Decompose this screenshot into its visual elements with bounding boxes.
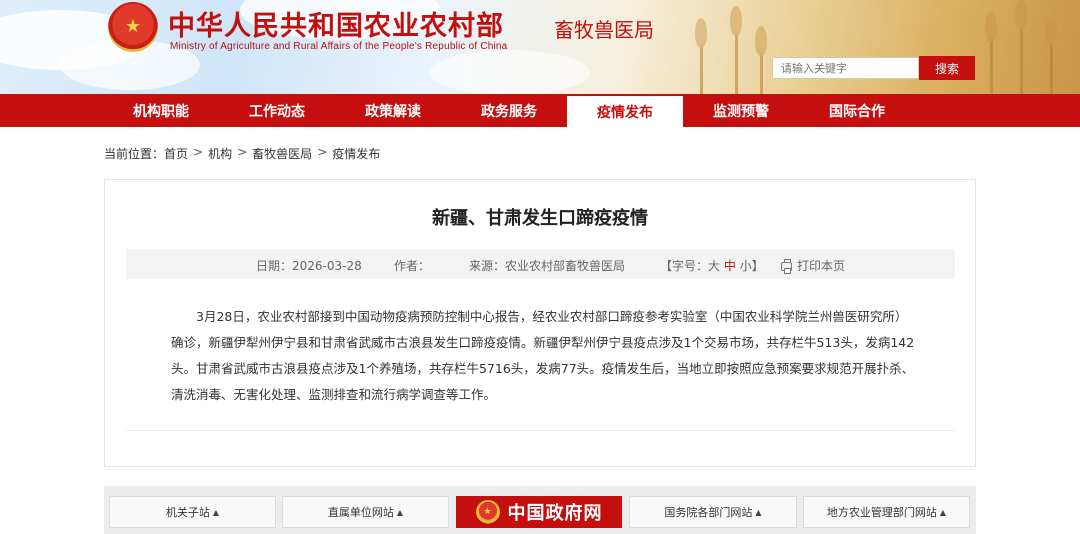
breadcrumb-separator: > [317, 145, 328, 159]
wheat-decoration [1045, 16, 1057, 94]
footer-link-local-agriculture[interactable]: 地方农业管理部门网站 ▲ [803, 496, 970, 528]
caret-up-icon: ▲ [939, 507, 947, 517]
wheat-decoration [985, 12, 997, 94]
breadcrumb: 当前位置： 首页 > 机构 > 畜牧兽医局 > 疫情发布 [104, 145, 380, 162]
footer-link-sub-sites[interactable]: 机关子站 ▲ [109, 496, 276, 528]
national-emblem-icon[interactable]: ★ [108, 2, 158, 52]
gov-portal-banner[interactable]: ★ 中国政府网 [456, 496, 622, 528]
font-size-large[interactable]: 大 [708, 259, 720, 273]
article-paragraph: 3月28日，农业农村部接到中国动物疫病预防控制中心报告，经农业农村部口蹄疫参考实… [171, 309, 915, 402]
article-date: 日期：2026-03-28 [256, 259, 362, 273]
breadcrumb-dept[interactable]: 畜牧兽医局 [252, 145, 312, 162]
caret-up-icon: ▲ [212, 507, 220, 517]
breadcrumb-org[interactable]: 机构 [208, 145, 232, 162]
font-size-prefix: 【字号： [660, 259, 709, 273]
site-title[interactable]: 中华人民共和国农业农村部 [168, 4, 504, 43]
breadcrumb-separator: > [237, 145, 248, 159]
footer-link-affiliated-units[interactable]: 直属单位网站 ▲ [282, 496, 449, 528]
nav-item-monitoring[interactable]: 监测预警 [683, 94, 799, 127]
gov-portal-label: 中国政府网 [507, 503, 603, 524]
printer-icon [781, 259, 792, 274]
nav-item-news[interactable]: 工作动态 [219, 94, 335, 127]
site-subtitle: Ministry of Agriculture and Rural Affair… [170, 41, 508, 52]
footer-link-label: 国务院各部门网站 [664, 506, 753, 519]
national-emblem-icon: ★ [475, 500, 500, 524]
wheat-decoration [1015, 0, 1027, 94]
breadcrumb-home[interactable]: 首页 [164, 145, 188, 162]
font-size-small[interactable]: 小 [740, 259, 752, 273]
font-size-suffix: 】 [751, 259, 764, 273]
wheat-decoration [730, 6, 742, 94]
nav-item-policy[interactable]: 政策解读 [335, 94, 451, 127]
article-title: 新疆、甘肃发生口蹄疫疫情 [432, 208, 648, 229]
footer-link-label: 机关子站 [165, 506, 210, 519]
breadcrumb-prefix: 当前位置： [104, 147, 165, 161]
nav-item-epidemic[interactable]: 疫情发布 [567, 94, 683, 127]
print-label: 打印本页 [797, 259, 846, 273]
department-name: 畜牧兽医局 [554, 18, 654, 42]
article-meta-bar: 日期：2026-03-28 作者： 来源：农业农村部畜牧兽医局 【字号：大 中 … [126, 249, 955, 279]
search-button[interactable]: 搜索 [919, 56, 975, 80]
breadcrumb-separator: > [193, 145, 204, 159]
nav-item-international[interactable]: 国际合作 [799, 94, 915, 127]
article-body: 3月28日，农业农村部接到中国动物疫病预防控制中心报告，经农业农村部口蹄疫参考实… [171, 304, 915, 408]
article-source: 来源：农业农村部畜牧兽医局 [469, 259, 626, 273]
main-nav: 机构职能 工作动态 政策解读 政务服务 疫情发布 监测预警 国际合作 [0, 94, 1080, 127]
article-author: 作者： [394, 259, 431, 273]
nav-item-functions[interactable]: 机构职能 [103, 94, 219, 127]
font-size-medium[interactable]: 中 [724, 259, 736, 273]
cloud-decoration [430, 50, 590, 94]
footer-links-bar: 机关子站 ▲ 直属单位网站 ▲ ★ 中国政府网 国务院各部门网站 ▲ 地方农业管理部门… [104, 486, 976, 534]
search-input[interactable] [772, 57, 919, 79]
nav-item-services[interactable]: 政务服务 [451, 94, 567, 127]
article-divider [126, 430, 955, 431]
wheat-decoration [695, 18, 707, 94]
caret-up-icon: ▲ [396, 507, 404, 517]
site-header: ★ 中华人民共和国农业农村部 Ministry of Agriculture a… [0, 0, 1080, 94]
caret-up-icon: ▲ [755, 507, 762, 517]
wheat-decoration [755, 26, 767, 94]
article-panel: 新疆、甘肃发生口蹄疫疫情 日期：2026-03-28 作者： 来源：农业农村部畜… [104, 179, 976, 467]
print-button[interactable]: 打印本页 [781, 257, 845, 274]
breadcrumb-current[interactable]: 疫情发布 [332, 145, 380, 162]
footer-link-label: 地方农业管理部门网站 [826, 506, 937, 519]
footer-link-state-council[interactable]: 国务院各部门网站 ▲ [629, 496, 797, 528]
font-size-control: 【字号：大 中 小】 [660, 257, 764, 274]
footer-link-label: 直属单位网站 [327, 506, 394, 519]
